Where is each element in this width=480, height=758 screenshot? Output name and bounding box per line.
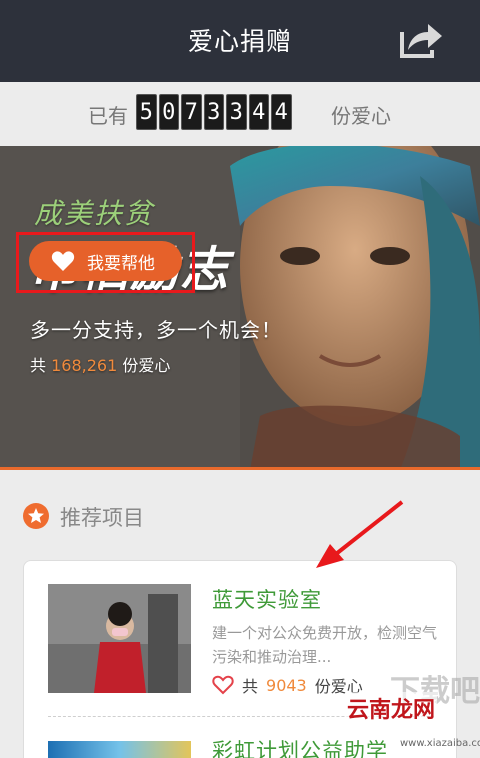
project-thumbnail[interactable] [48, 584, 191, 693]
project-love-count: 共 9043 份爱心 [212, 673, 363, 697]
banner-slogan: 多一分支持，多一个机会！ [30, 318, 282, 342]
banner-total-value: 168,261 [51, 356, 118, 375]
annotation-arrow [316, 500, 404, 568]
banner-total: 共 168,261 份爱心 [30, 352, 170, 376]
help-button-label: 我要帮他 [87, 253, 155, 274]
heart-icon [51, 251, 75, 271]
counter-digit: 3 [203, 94, 224, 130]
counter-digit: 0 [158, 94, 179, 130]
top-bar: 爱心捐赠 [0, 0, 480, 82]
project-title[interactable]: 彩虹计划公益助学 [212, 735, 388, 758]
counter-digit: 3 [226, 94, 247, 130]
counter-digit: 4 [271, 94, 292, 130]
help-button[interactable]: 我要帮他 [29, 241, 182, 281]
share-icon[interactable] [398, 20, 444, 60]
watermark-url: www.xiazaiba.com [400, 738, 480, 749]
star-icon [23, 503, 49, 529]
love-prefix: 共 [242, 677, 259, 696]
counter-digit: 7 [181, 94, 202, 130]
project-title[interactable]: 蓝天实验室 [212, 584, 322, 614]
project-thumbnail[interactable] [48, 741, 191, 758]
counter-digit: 5 [136, 94, 157, 130]
watermark-brand: 云南龙网 [345, 692, 438, 724]
banner-total-suffix: 份爱心 [122, 356, 171, 375]
counter-prefix: 已有 [88, 104, 128, 128]
love-count: 9043 [266, 675, 307, 695]
counter-digits: 5 0 7 3 3 4 4 [136, 94, 292, 130]
heart-outline-icon[interactable] [212, 675, 234, 695]
project-description: 建一个对公众免费开放，检测空气污染和推动治理... [212, 624, 438, 666]
banner-total-prefix: 共 [30, 356, 47, 375]
counter-digit: 4 [248, 94, 269, 130]
campaign-banner[interactable]: 成美扶贫 巾帼励志 多一分支持，多一个机会！ 共 168,261 份爱心 [0, 146, 480, 470]
calligraphy-subtitle: 成美扶贫 [34, 197, 155, 230]
counter-suffix: 份爱心 [331, 104, 391, 128]
section-title: 推荐项目 [60, 506, 144, 530]
